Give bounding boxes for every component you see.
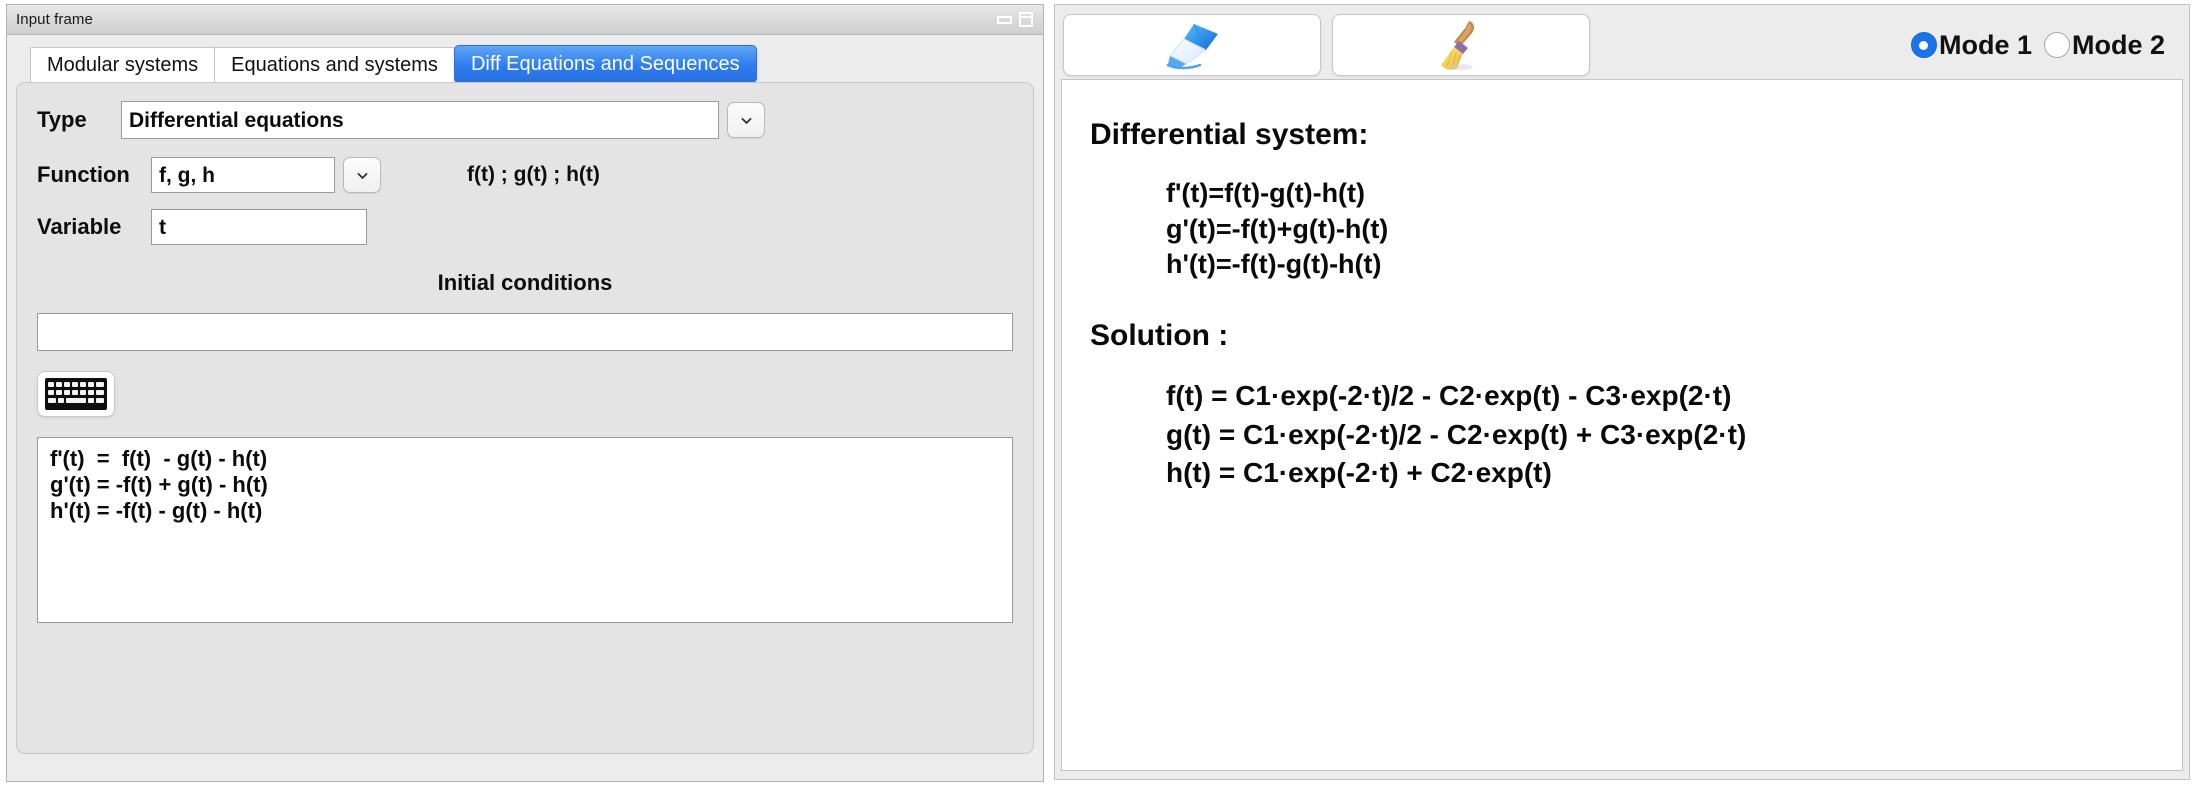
mode-selector: Mode 1 Mode 2	[1910, 29, 2181, 60]
mode-2-option[interactable]: Mode 2	[2043, 29, 2177, 60]
mode-1-label: Mode 1	[1938, 29, 2032, 60]
initial-conditions-input[interactable]	[37, 313, 1013, 351]
type-row: Type Differential equations	[37, 101, 1013, 139]
broom-icon	[1441, 21, 1475, 70]
mode-1-option[interactable]: Mode 1	[1910, 29, 2044, 60]
input-frame-titlebar: Input frame	[7, 5, 1043, 35]
application-root: Input frame Modular systems Equations an…	[0, 0, 2194, 788]
virtual-keyboard-button[interactable]	[37, 371, 115, 417]
type-input[interactable]: Differential equations	[121, 101, 719, 139]
mode-2-radio[interactable]	[2043, 32, 2070, 58]
blue-pen-icon	[1166, 23, 1218, 70]
chevron-down-icon	[741, 117, 751, 124]
solution-heading: Solution :	[1090, 318, 1229, 352]
tab-modular-systems[interactable]: Modular systems	[30, 47, 216, 83]
window-controls	[997, 12, 1037, 27]
equations-editor[interactable]: f'(t) = f(t) - g(t) - h(t) g'(t) = -f(t)…	[37, 437, 1013, 623]
keyboard-icon	[45, 378, 107, 410]
function-hint: f(t) ; g(t) ; h(t)	[467, 163, 600, 186]
mode-1-radio[interactable]	[1910, 32, 1937, 58]
chevron-down-icon	[357, 172, 367, 179]
differential-system-equations: f'(t)=f(t)-g(t)-h(t) g'(t)=-f(t)+g(t)-h(…	[1166, 178, 1389, 280]
tab-diff-equations-and-sequences[interactable]: Diff Equations and Sequences	[453, 45, 757, 83]
function-input[interactable]: f, g, h	[151, 157, 335, 193]
output-pane: Mode 1 Mode 2 Differential system: f'(t)…	[1052, 0, 2194, 788]
maximize-icon[interactable]	[1019, 12, 1033, 27]
solution-equations: f(t) = C1·exp(-2·t)/2 - C2·exp(t) - C3·e…	[1166, 379, 1747, 489]
output-toolbar: Mode 1 Mode 2	[1061, 11, 2183, 79]
variable-row: Variable t	[37, 209, 1013, 245]
variable-input[interactable]: t	[151, 209, 367, 245]
output-result-area: Differential system: f'(t)=f(t)-g(t)-h(t…	[1061, 79, 2183, 771]
type-label: Type	[37, 107, 87, 132]
input-frame-window: Input frame Modular systems Equations an…	[6, 4, 1044, 782]
input-frame-pane: Input frame Modular systems Equations an…	[0, 0, 1052, 788]
tab-bar: Modular systems Equations and systems Di…	[16, 43, 1034, 83]
function-row: Function f, g, h f(t) ; g(t) ; h(t)	[37, 157, 1013, 193]
mode-2-label: Mode 2	[2071, 29, 2165, 60]
diff-equations-panel: Type Differential equations Function f, …	[16, 82, 1034, 754]
minimize-icon[interactable]	[997, 15, 1012, 24]
function-label: Function	[37, 162, 130, 187]
clear-button[interactable]	[1332, 14, 1590, 76]
tab-equations-and-systems[interactable]: Equations and systems	[214, 47, 455, 83]
type-dropdown-button[interactable]	[727, 102, 765, 138]
window-title: Input frame	[16, 11, 93, 28]
initial-conditions-title: Initial conditions	[437, 270, 613, 295]
function-dropdown-button[interactable]	[343, 157, 381, 193]
variable-label: Variable	[37, 214, 122, 239]
differential-system-heading: Differential system:	[1090, 118, 1369, 151]
input-frame-body: Modular systems Equations and systems Di…	[7, 35, 1043, 781]
output-frame: Mode 1 Mode 2 Differential system: f'(t)…	[1054, 4, 2190, 780]
compute-button[interactable]	[1063, 14, 1321, 76]
